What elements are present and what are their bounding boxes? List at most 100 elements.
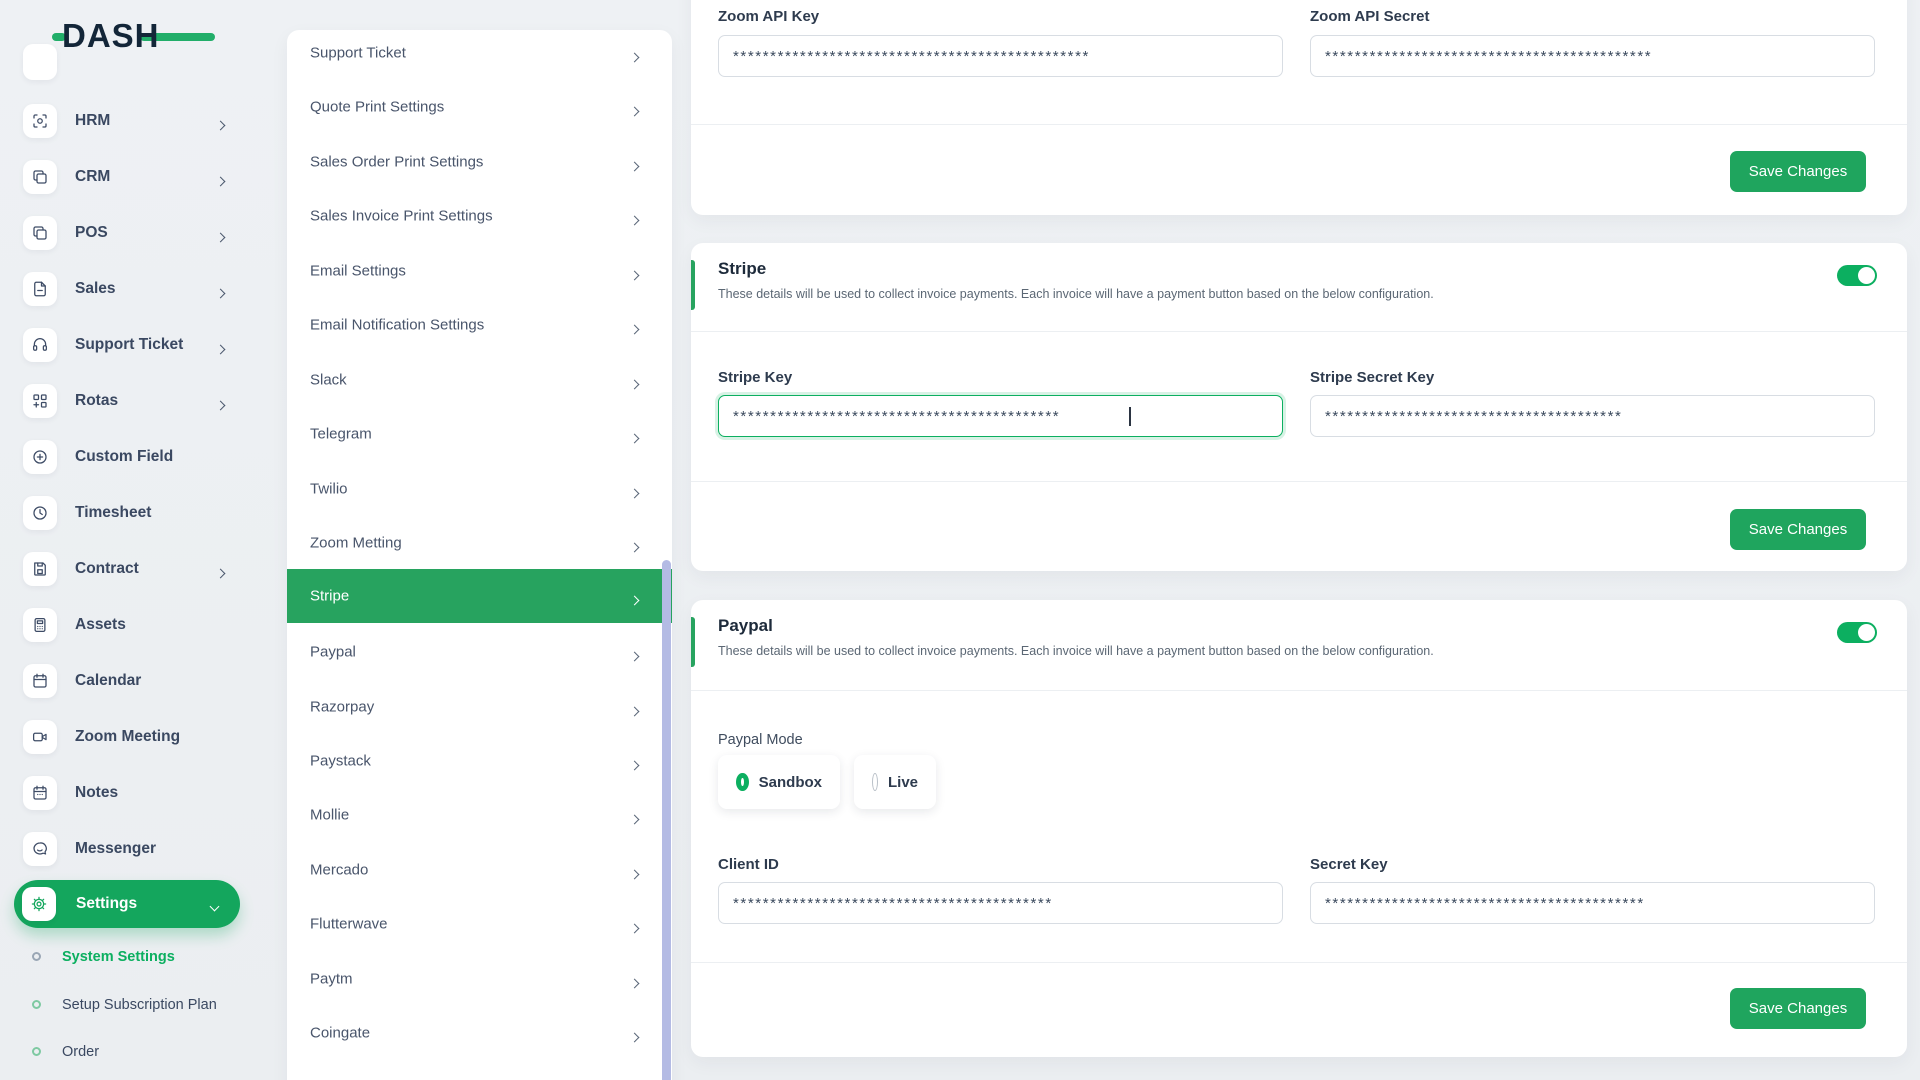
calendar-icon: [23, 664, 57, 698]
settings-menu-item-twilio[interactable]: Twilio: [287, 462, 672, 516]
sidebar-item-calendar[interactable]: Calendar: [0, 653, 250, 709]
settings-menu-item-email-notification[interactable]: Email Notification Settings: [287, 298, 672, 352]
sidebar-item-crm[interactable]: CRM: [0, 149, 250, 205]
sidebar-item-notes[interactable]: Notes: [0, 765, 250, 821]
settings-menu-item-stripe[interactable]: Stripe: [287, 569, 672, 623]
settings-menu-item-razorpay[interactable]: Razorpay: [287, 680, 672, 734]
sidebar-item-label: Support Ticket: [75, 336, 184, 353]
radio-unchecked-icon[interactable]: [872, 773, 878, 791]
settings-menu-item-slack[interactable]: Slack: [287, 353, 672, 407]
paypal-mode-live-option[interactable]: Live: [854, 755, 936, 809]
save-button[interactable]: Save Changes: [1730, 988, 1866, 1029]
sidebar-item-zoom-meeting[interactable]: Zoom Meeting: [0, 709, 250, 765]
sidebar-subitem-setup-subscription-plan[interactable]: Setup Subscription Plan: [0, 985, 250, 1025]
zoom-api-secret-input[interactable]: [1310, 35, 1875, 77]
toggle-knob: [1858, 624, 1875, 641]
chevron-right-icon: [629, 266, 640, 284]
stripe-secret-key-input[interactable]: [1310, 395, 1875, 437]
paypal-mode-sandbox-option[interactable]: Sandbox: [718, 755, 840, 809]
settings-menu-item-paystack[interactable]: Paystack: [287, 734, 672, 788]
sidebar-item-label: Rotas: [75, 392, 119, 409]
paypal-client-id-input[interactable]: [718, 882, 1283, 924]
bullet-icon: [32, 1000, 41, 1009]
settings-menu-item-mollie[interactable]: Mollie: [287, 788, 672, 842]
sidebar-item-messenger[interactable]: Messenger: [0, 821, 250, 877]
stripe-key-input[interactable]: [718, 395, 1283, 437]
copy-icon: [23, 160, 57, 194]
save-button[interactable]: Save Changes: [1730, 151, 1866, 192]
settings-menu-panel: Support Ticket Quote Print Settings Sale…: [287, 30, 672, 1080]
settings-menu-item-email-settings[interactable]: Email Settings: [287, 244, 672, 298]
menu-item-label: Support Ticket: [310, 44, 406, 62]
toggle-knob: [1858, 267, 1875, 284]
chevron-right-icon: [215, 116, 226, 134]
brand-logo[interactable]: DASH: [52, 16, 215, 56]
radio-label: Sandbox: [758, 773, 822, 791]
settings-menu-item-support-ticket[interactable]: Support Ticket: [287, 26, 672, 80]
chevron-right-icon: [629, 810, 640, 828]
gear-icon: [22, 887, 56, 921]
menu-item-label: Coingate: [310, 1024, 371, 1042]
settings-menu-item-sales-order-print[interactable]: Sales Order Print Settings: [287, 135, 672, 189]
calculator-icon: [23, 608, 57, 642]
chevron-right-icon: [215, 396, 226, 414]
paypal-enabled-toggle[interactable]: [1837, 622, 1877, 643]
hrm-scan-icon: [23, 104, 57, 138]
section-accent-bar: [691, 260, 695, 310]
chevron-right-icon: [629, 320, 640, 338]
save-button[interactable]: Save Changes: [1730, 509, 1866, 550]
sidebar-item-rotas[interactable]: Rotas: [0, 373, 250, 429]
paypal-mode-label: Paypal Mode: [718, 732, 803, 748]
chevron-right-icon: [629, 102, 640, 120]
logo-text: DASH: [62, 17, 160, 54]
settings-menu-item-flutterwave[interactable]: Flutterwave: [287, 897, 672, 951]
settings-menu-scrollbar[interactable]: [662, 560, 671, 1080]
sidebar-item-assets[interactable]: Assets: [0, 597, 250, 653]
sidebar-subitem-system-settings[interactable]: System Settings: [0, 937, 250, 977]
settings-menu-item-telegram[interactable]: Telegram: [287, 407, 672, 461]
chevron-right-icon: [215, 340, 226, 358]
sidebar-item-contract[interactable]: Contract: [0, 541, 250, 597]
chevron-right-icon: [629, 211, 640, 229]
headset-icon: [23, 328, 57, 362]
settings-menu-item-quote-print[interactable]: Quote Print Settings: [287, 80, 672, 134]
sidebar-item-sales[interactable]: Sales: [0, 261, 250, 317]
sidebar-item-pos[interactable]: POS: [0, 205, 250, 261]
settings-menu-item-paypal[interactable]: Paypal: [287, 625, 672, 679]
zoom-api-key-input[interactable]: [718, 35, 1283, 77]
chevron-right-icon: [629, 484, 640, 502]
sidebar-item-settings[interactable]: Settings: [14, 880, 240, 928]
field-label: Zoom API Secret: [1310, 8, 1430, 25]
chevron-right-icon: [629, 429, 640, 447]
menu-item-label: Paystack: [310, 752, 371, 770]
settings-menu-item-skrill[interactable]: Skrill: [287, 1061, 672, 1080]
sidebar-item-label: Zoom Meeting: [75, 728, 181, 745]
sidebar-item-partial-icon[interactable]: [23, 44, 57, 80]
menu-item-label: Mercado: [310, 861, 369, 879]
sidebar-item-label: Custom Field: [75, 448, 174, 465]
sidebar-item-label: Sales: [75, 280, 116, 297]
settings-menu-item-paytm[interactable]: Paytm: [287, 952, 672, 1006]
chevron-right-icon: [629, 647, 640, 665]
chevron-right-icon: [629, 865, 640, 883]
sidebar-item-hrm[interactable]: HRM: [0, 93, 250, 149]
sidebar-subitem-order[interactable]: Order: [0, 1032, 250, 1072]
paypal-secret-key-input[interactable]: [1310, 882, 1875, 924]
radio-checked-icon[interactable]: [736, 773, 749, 791]
menu-item-label: Paytm: [310, 970, 353, 988]
sidebar-item-timesheet[interactable]: Timesheet: [0, 485, 250, 541]
field-label: Stripe Key: [718, 369, 793, 386]
sidebar-item-support-ticket[interactable]: Support Ticket: [0, 317, 250, 373]
settings-menu-item-mercado[interactable]: Mercado: [287, 843, 672, 897]
menu-item-label: Stripe: [310, 587, 350, 605]
menu-item-label: Sales Invoice Print Settings: [310, 207, 493, 225]
chevron-right-icon: [629, 756, 640, 774]
stripe-enabled-toggle[interactable]: [1837, 265, 1877, 286]
video-camera-icon: [23, 720, 57, 754]
sidebar-item-label: HRM: [75, 112, 111, 129]
settings-menu-item-zoom-meeting[interactable]: Zoom Metting: [287, 516, 672, 570]
settings-menu-item-coingate[interactable]: Coingate: [287, 1006, 672, 1060]
sidebar-item-custom-field[interactable]: Custom Field: [0, 429, 250, 485]
copy-icon: [23, 216, 57, 250]
settings-menu-item-sales-invoice-print[interactable]: Sales Invoice Print Settings: [287, 189, 672, 243]
